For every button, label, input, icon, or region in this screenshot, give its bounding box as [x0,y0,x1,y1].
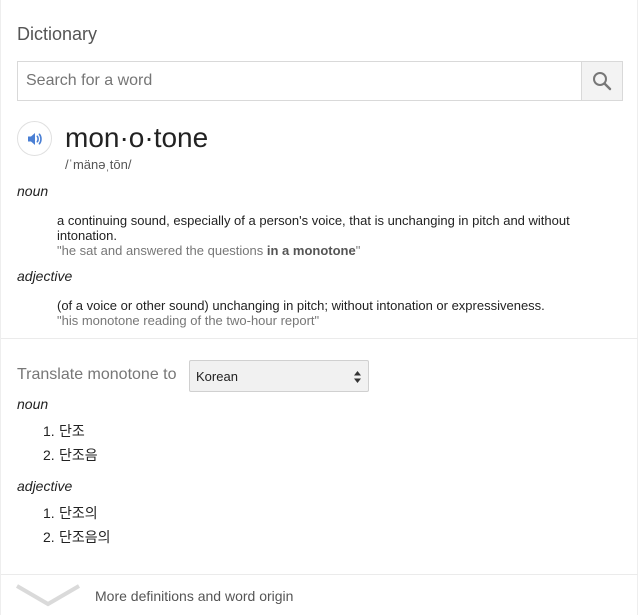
example: "he sat and answered the questions in a … [57,243,361,258]
more-definitions-label: More definitions and word origin [95,588,294,604]
headword: mon·o·tone [65,122,209,153]
chevron-down-icon [15,584,81,607]
example: "his monotone reading of the two-hour re… [57,313,320,328]
translation-part-of-speech: adjective [17,478,73,494]
translation-part-of-speech: noun [17,396,49,412]
search-button[interactable] [581,62,622,100]
card-title: Dictionary [17,24,98,44]
sort-arrows-icon [353,370,362,384]
language-select-value: Korean [196,368,238,384]
search-box [17,61,623,101]
translate-label: Translate monotone to [17,366,177,383]
part-of-speech: noun [17,183,49,199]
definition: (of a voice or other sound) unchanging i… [57,298,545,313]
language-select[interactable]: Korean [189,360,369,392]
search-input[interactable] [18,62,581,100]
definition: a continuing sound, especially of a pers… [57,213,570,243]
pronunciation-button[interactable] [17,121,52,156]
translation-item: 1. 단조의 [43,505,98,521]
section-divider [1,338,638,339]
speaker-icon [27,132,42,145]
more-definitions-button[interactable]: More definitions and word origin [1,575,638,615]
translation-item: 2. 단조음 [43,447,98,463]
dictionary-card: Dictionary mon·o·tone /ˈmänəˌtōn/ noun a… [0,0,638,615]
search-icon [593,72,612,91]
translation-item: 2. 단조음의 [43,529,111,545]
phonetic: /ˈmänəˌtōn/ [65,157,132,172]
part-of-speech: adjective [17,268,73,284]
translation-item: 1. 단조 [43,423,85,439]
